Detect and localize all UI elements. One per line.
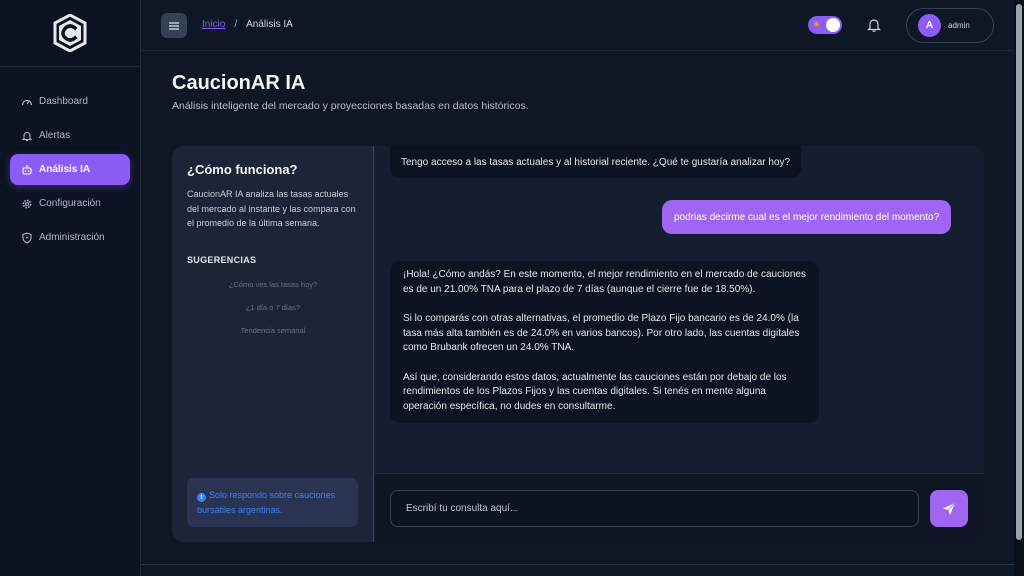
- breadcrumb-home-link[interactable]: Inicio: [202, 19, 225, 30]
- suggestion-item[interactable]: Tendencia semanal: [172, 326, 374, 335]
- bell-icon: [867, 19, 881, 32]
- page-subtitle: Análisis inteligente del mercado y proye…: [172, 100, 529, 112]
- menu-toggle-button[interactable]: [161, 13, 187, 38]
- bot-message-paragraph: Así que, considerando estos datos, actua…: [403, 371, 787, 412]
- send-button[interactable]: [930, 490, 968, 527]
- bot-message-text: Tengo acceso a las tasas actuales y al h…: [401, 157, 791, 168]
- info-icon: i: [197, 493, 206, 502]
- sidebar-item-label: Dashboard: [39, 96, 88, 107]
- ai-chat-card: ¿Cómo funciona? CaucionAR IA analiza las…: [172, 146, 984, 542]
- chat-input-area: [375, 473, 984, 542]
- notifications-button[interactable]: [867, 17, 881, 38]
- gear-icon: [22, 199, 32, 208]
- topbar: Inicio / Análisis IA ✹ A admin: [141, 0, 1014, 51]
- theme-toggle[interactable]: ✹: [808, 16, 842, 34]
- breadcrumb: Inicio / Análisis IA: [202, 19, 293, 30]
- bot-message: Tengo acceso a las tasas actuales y al h…: [390, 146, 802, 178]
- robot-icon: [22, 164, 32, 175]
- chat-input[interactable]: [390, 490, 919, 527]
- suggestion-item[interactable]: ¿1 día o 7 días?: [172, 303, 374, 312]
- scope-note-text: Solo respondo sobre cauciones bursátiles…: [197, 490, 336, 515]
- logo[interactable]: [0, 0, 140, 67]
- shield-icon: [22, 231, 32, 244]
- user-menu[interactable]: A admin: [906, 8, 994, 43]
- info-panel: ¿Cómo funciona? CaucionAR IA analiza las…: [172, 146, 374, 542]
- sidebar-item-configuracion[interactable]: Configuración: [10, 188, 130, 219]
- toggle-knob: [826, 18, 840, 32]
- suggestions-title: SUGERENCIAS: [187, 255, 257, 265]
- info-panel-description: CaucionAR IA analiza las tasas actuales …: [187, 189, 356, 228]
- sidebar-nav: Dashboard Alertas Análisis IA Configurac…: [0, 86, 140, 253]
- sidebar-item-label: Alertas: [39, 130, 71, 141]
- footer-divider: [141, 564, 1014, 565]
- sidebar-item-alertas[interactable]: Alertas: [10, 120, 130, 151]
- scrollbar-thumb[interactable]: [1016, 4, 1022, 540]
- bot-message-paragraph: Si lo comparás con otras alternativas, e…: [403, 312, 800, 354]
- user-message-text: podrias decirme cual es el mejor rendimi…: [674, 211, 940, 223]
- shield-c-logo: [53, 14, 87, 52]
- sidebar-item-label: Configuración: [39, 198, 101, 209]
- sidebar-item-administracion[interactable]: Administración: [10, 222, 130, 253]
- sidebar-item-dashboard[interactable]: Dashboard: [10, 86, 130, 117]
- bot-message: ¡Hola! ¿Cómo andás? En este momento, el …: [390, 261, 819, 423]
- sidebar: Dashboard Alertas Análisis IA Configurac…: [0, 0, 141, 576]
- info-panel-title: ¿Cómo funciona?: [187, 162, 298, 177]
- page-title: CaucionAR IA: [172, 72, 306, 94]
- user-name: admin: [948, 21, 970, 30]
- scope-note: i Solo respondo sobre cauciones bursátile…: [187, 478, 358, 527]
- breadcrumb-separator: /: [234, 19, 238, 30]
- avatar: A: [918, 14, 941, 37]
- hamburger-icon: [169, 21, 179, 30]
- sidebar-item-label: Administración: [39, 232, 105, 243]
- send-icon: [943, 502, 956, 515]
- bell-icon: [21, 131, 33, 141]
- chat-messages: Tengo acceso a las tasas actuales y al h…: [375, 146, 984, 473]
- breadcrumb-current: Análisis IA: [246, 19, 293, 30]
- suggestion-item[interactable]: ¿Cómo ves las tasas hoy?: [172, 280, 374, 289]
- sidebar-item-analisis-ia[interactable]: Análisis IA: [10, 154, 130, 185]
- sun-icon: ✹: [813, 20, 820, 29]
- gauge-icon: [21, 99, 33, 105]
- sidebar-item-label: Análisis IA: [39, 164, 91, 175]
- bot-message-paragraph: ¡Hola! ¿Cómo andás? En este momento, el …: [403, 269, 806, 295]
- user-message: podrias decirme cual es el mejor rendimi…: [662, 200, 952, 234]
